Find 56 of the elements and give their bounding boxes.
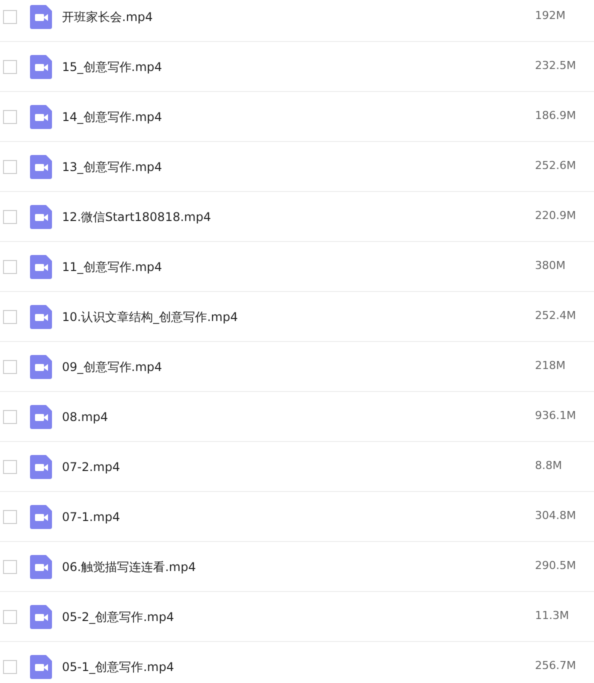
video-file-icon <box>30 504 52 528</box>
file-name[interactable]: 13_创意写作.mp4 <box>62 158 162 176</box>
video-file-icon <box>30 104 52 128</box>
video-file-icon <box>30 654 52 678</box>
file-name[interactable]: 06.触觉描写连连看.mp4 <box>62 558 196 576</box>
file-size: 220.9M <box>535 208 577 224</box>
checkbox[interactable] <box>3 360 17 374</box>
file-size: 218M <box>535 358 566 374</box>
checkbox[interactable] <box>3 410 17 424</box>
checkbox[interactable] <box>3 510 17 524</box>
video-file-icon <box>30 404 52 428</box>
file-name[interactable]: 开班家长会.mp4 <box>62 8 153 26</box>
video-file-icon <box>30 254 52 278</box>
video-file-icon <box>30 554 52 578</box>
checkbox[interactable] <box>3 260 17 274</box>
file-name[interactable]: 07-2.mp4 <box>62 458 120 476</box>
video-file-icon <box>30 304 52 328</box>
file-name[interactable]: 09_创意写作.mp4 <box>62 358 162 376</box>
file-name[interactable]: 14_创意写作.mp4 <box>62 108 162 126</box>
video-file-icon <box>30 604 52 628</box>
file-name[interactable]: 08.mp4 <box>62 408 108 426</box>
video-file-icon <box>30 454 52 478</box>
checkbox[interactable] <box>3 460 17 474</box>
file-size: 256.7M <box>535 658 577 674</box>
file-size: 304.8M <box>535 508 577 524</box>
checkbox[interactable] <box>3 210 17 224</box>
file-size: 380M <box>535 258 566 274</box>
file-name[interactable]: 15_创意写作.mp4 <box>62 58 162 76</box>
video-file-icon <box>30 154 52 178</box>
file-size: 186.9M <box>535 108 577 124</box>
file-name[interactable]: 05-2_创意写作.mp4 <box>62 608 174 626</box>
file-size: 192M <box>535 8 566 24</box>
checkbox[interactable] <box>3 10 17 24</box>
file-size: 936.1M <box>535 408 577 424</box>
video-file-icon <box>30 54 52 78</box>
file-size: 11.3M <box>535 608 570 624</box>
checkbox[interactable] <box>3 310 17 324</box>
file-size: 232.5M <box>535 58 577 74</box>
file-size: 8.8M <box>535 458 563 474</box>
checkbox[interactable] <box>3 660 17 674</box>
video-file-icon <box>30 204 52 228</box>
file-size: 290.5M <box>535 558 577 574</box>
checkbox[interactable] <box>3 560 17 574</box>
file-name[interactable]: 10.认识文章结构_创意写作.mp4 <box>62 308 238 326</box>
file-name[interactable]: 12.微信Start180818.mp4 <box>62 208 211 226</box>
checkbox[interactable] <box>3 610 17 624</box>
file-name[interactable]: 07-1.mp4 <box>62 508 120 526</box>
video-file-icon <box>30 4 52 28</box>
checkbox[interactable] <box>3 110 17 124</box>
checkbox[interactable] <box>3 60 17 74</box>
checkbox[interactable] <box>3 160 17 174</box>
video-file-icon <box>30 354 52 378</box>
file-name[interactable]: 11_创意写作.mp4 <box>62 258 162 276</box>
file-size: 252.6M <box>535 158 577 174</box>
file-size: 252.4M <box>535 308 577 324</box>
file-name[interactable]: 05-1_创意写作.mp4 <box>62 658 174 676</box>
